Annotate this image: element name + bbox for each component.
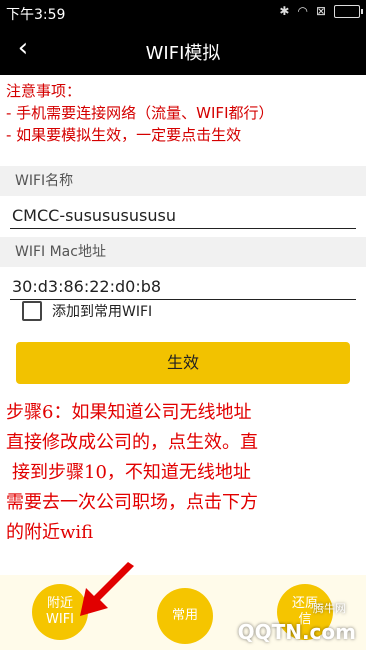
toolbar: ‹ WIFI模拟 — [0, 25, 366, 75]
notice-item: - 手机需要连接网络（流量、WIFI都行） — [6, 104, 274, 122]
instruction-annotation: 步骤6：如果知道公司无线地址 直接修改成公司的，点生效。直 接到步骤10，不知道… — [6, 398, 362, 548]
add-common-wifi-checkbox[interactable] — [22, 301, 42, 321]
annotation-line: 的附近wifi — [6, 522, 94, 543]
add-common-wifi-label: 添加到常用WIFI — [52, 304, 153, 320]
annotation-line: 接到步骤10，不知道无线地址 — [12, 462, 251, 483]
red-arrow-icon — [80, 562, 134, 616]
notice-heading: 注意事项： — [6, 82, 82, 100]
common-label: 常用 — [171, 608, 198, 623]
status-icons: ✱ ◠ ⊠ — [279, 4, 363, 18]
notice-item: - 如果要模拟生效，一定要点击生效 — [6, 126, 242, 144]
wifi-name-label: WIFI名称 — [0, 166, 366, 196]
notice: 注意事项： - 手机需要连接网络（流量、WIFI都行） - 如果要模拟生效，一定… — [6, 80, 274, 146]
wifi-mac-label: WIFI Mac地址 — [0, 237, 366, 267]
watermark-small: 腾牛网 — [313, 602, 346, 615]
apply-button[interactable]: 生效 — [16, 342, 350, 384]
wifi-name-input[interactable]: CMCC-susususususu — [10, 204, 356, 229]
annotation-line: 直接修改成公司的，点生效。直 — [6, 432, 258, 453]
form: WIFI名称 CMCC-susususususu WIFI Mac地址 30:d… — [0, 166, 366, 300]
watermark-logo: QQTN.com — [237, 620, 356, 644]
annotation-line: 需要去一次公司职场，点击下方 — [6, 492, 258, 513]
page-title: WIFI模拟 — [145, 43, 221, 64]
common-wifi-button[interactable]: 常用 — [157, 588, 213, 644]
status-bar: 下午3:59 ✱ ◠ ⊠ — [0, 0, 366, 25]
wifi-icon: ◠ — [297, 4, 308, 18]
battery-icon — [334, 4, 363, 18]
add-common-wifi-row[interactable]: 添加到常用WIFI — [22, 301, 152, 321]
status-time: 下午3:59 — [6, 7, 66, 23]
wifi-mac-input[interactable]: 30:d3:86:22:d0:b8 — [10, 275, 356, 300]
bluetooth-icon: ✱ — [279, 4, 290, 18]
sim-icon: ⊠ — [315, 4, 326, 18]
annotation-line: 步骤6：如果知道公司无线地址 — [6, 402, 252, 423]
